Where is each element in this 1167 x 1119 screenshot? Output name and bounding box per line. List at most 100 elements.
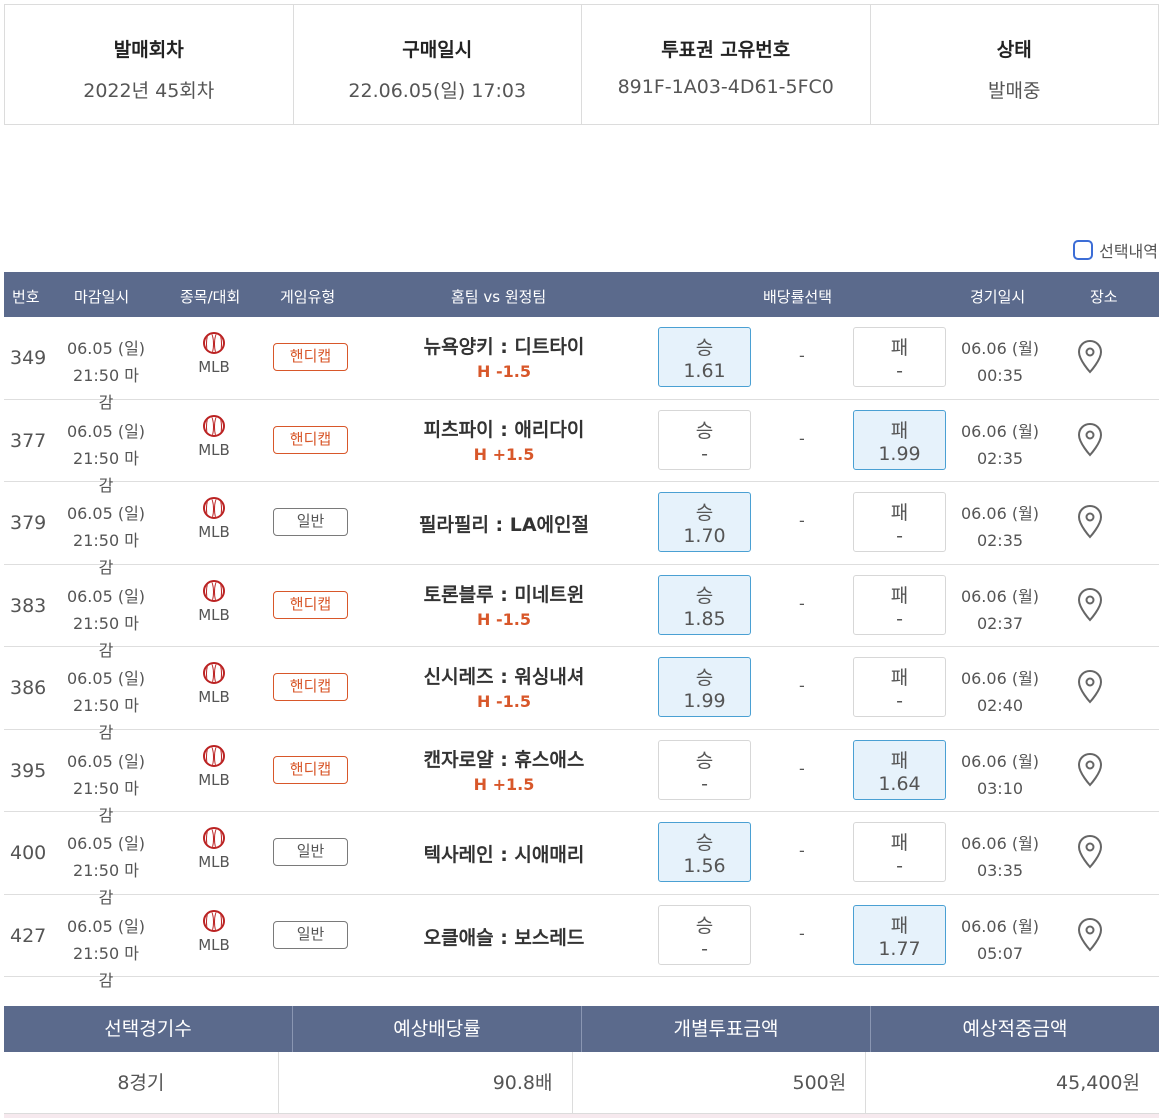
deadline-date: 06.05 (일) (66, 669, 146, 688)
summary-bet-value: 500원 (573, 1052, 867, 1113)
win-odds: 1.70 (683, 525, 726, 547)
draw-odds: - (799, 593, 805, 613)
summary-table: 선택경기수 예상배당률 개별투표금액 예상적중금액 8경기 90.8배 500원… (4, 1006, 1159, 1118)
location-pin-icon[interactable] (1077, 752, 1103, 792)
teams-cell: 필라필리 : LA에인절 (384, 510, 624, 537)
summary-odds-value: 90.8배 (279, 1052, 573, 1113)
league-label: MLB (198, 688, 230, 706)
table-row: 427 06.05 (일) 21:50 마감 MLB 일반 오클애슬 : 보스레드 승 - - 패… (4, 895, 1159, 990)
ticket-value: 891F-1A03-4D61-5FC0 (617, 76, 834, 98)
lose-label: 패 (890, 337, 909, 359)
lose-label: 패 (890, 584, 909, 607)
location-pin-icon[interactable] (1077, 834, 1103, 874)
win-odds: - (701, 772, 708, 795)
location-pin-icon[interactable] (1077, 917, 1103, 957)
draw-odds: - (799, 428, 805, 448)
table-row: 377 06.05 (일) 21:50 마감 MLB 핸디캡 피츠파이 : 애리다이 H +… (4, 400, 1159, 495)
summary-odds-label: 예상배당률 (293, 1006, 582, 1052)
selection-checkbox[interactable] (1073, 240, 1094, 260)
game-date: 06.06 (월) 02:40 (959, 665, 1041, 719)
game-type-badge: 핸디캡 (273, 343, 348, 371)
info-round: 발매회차 2022년 45회차 (5, 5, 294, 124)
sport-cell: MLB (194, 744, 234, 789)
sport-cell: MLB (194, 497, 234, 541)
ticket-label: 투표권 고유번호 (661, 39, 791, 61)
win-odds-button[interactable]: 승 1.99 (658, 657, 751, 717)
teams-cell: 텍사레인 : 시애매리 (384, 840, 624, 867)
win-odds-button[interactable]: 승 1.85 (658, 574, 751, 635)
teams-cell: 캔자로얄 : 휴스애스 H +1.5 (384, 745, 624, 794)
deadline-time: 21:50 마감 (73, 943, 139, 990)
header-odds: 배당률선택 (763, 288, 833, 306)
purchase-value: 22.06.05(일) 17:03 (348, 80, 527, 102)
teams-cell: 뉴욕양키 : 디트타이 H -1.5 (384, 332, 624, 381)
baseball-icon (203, 909, 225, 932)
league-label: MLB (198, 523, 230, 541)
handicap-value: H -1.5 (477, 609, 531, 629)
location-pin-icon[interactable] (1077, 339, 1103, 379)
match-teams: 오클애슬 : 보스레드 (423, 926, 585, 949)
game-number: 379 (10, 512, 47, 534)
games-table: 번호 마감일시 종목/대회 게임유형 홈팀 vs 원정팀 배당률선택 경기일시 … (4, 272, 1159, 990)
win-odds-button[interactable]: 승- (658, 739, 751, 800)
sport-cell: MLB (194, 909, 234, 954)
win-odds-button[interactable]: 승 1.56 (658, 822, 751, 882)
match-teams: 신시레즈 : 워싱내셔 (423, 666, 585, 688)
game-time: 02:37 (976, 613, 1024, 633)
game-date: 06.06 (월) 02:35 (959, 418, 1041, 472)
game-number: 400 (10, 842, 47, 864)
lose-odds-button[interactable]: 패 1.64 (853, 739, 946, 800)
baseball-icon (203, 414, 225, 437)
header-venue: 장소 (1090, 288, 1118, 306)
win-odds: 1.99 (683, 690, 726, 712)
draw-odds: - (799, 923, 805, 943)
header-sport: 종목/대회 (180, 288, 241, 306)
win-label: 승 (695, 419, 714, 442)
deadline-date: 06.05 (일) (66, 339, 146, 358)
lose-odds-button[interactable]: 패- (853, 657, 946, 717)
game-time: 02:35 (976, 448, 1024, 468)
lose-label: 패 (890, 914, 909, 937)
lose-odds: - (896, 690, 903, 712)
game-day: 06.06 (월) (960, 751, 1040, 771)
game-date: 06.06 (월) 03:35 (959, 830, 1041, 884)
deadline: 06.05 (일) 21:50 마감 (66, 913, 146, 994)
win-odds-button[interactable]: 승 1.70 (658, 492, 751, 552)
lose-odds-button[interactable]: 패- (853, 822, 946, 882)
lose-odds-button[interactable]: 패- (853, 574, 946, 635)
teams-cell: 토론블루 : 미네트윈 H -1.5 (384, 580, 624, 629)
info-ticket: 투표권 고유번호 891F-1A03-4D61-5FC0 (582, 5, 871, 124)
table-row: 349 06.05 (일) 21:50 마감 MLB 핸디캡 뉴욕양키 : 디트타이 H -… (4, 317, 1159, 412)
selection-toggle[interactable]: 선택내역 (1073, 238, 1158, 262)
teams-cell: 신시레즈 : 워싱내셔 H -1.5 (384, 662, 624, 711)
lose-odds-button[interactable]: 패- (853, 492, 946, 552)
win-odds: 1.85 (683, 607, 726, 630)
win-odds-button[interactable]: 승- (658, 409, 751, 470)
location-pin-icon[interactable] (1077, 504, 1103, 544)
location-pin-icon[interactable] (1077, 587, 1103, 627)
win-label: 승 (695, 749, 714, 772)
game-time: 03:10 (976, 778, 1024, 798)
win-odds-button[interactable]: 승- (658, 904, 751, 965)
win-odds: 1.61 (683, 360, 726, 382)
handicap-value: H -1.5 (477, 692, 531, 711)
lose-odds: - (896, 855, 903, 877)
table-row: 395 06.05 (일) 21:50 마감 MLB 핸디캡 캔자로얄 : 휴스애스 H +… (4, 730, 1159, 825)
lose-odds-button[interactable]: 패- (853, 327, 946, 387)
game-type-badge: 일반 (273, 838, 348, 866)
game-date: 06.06 (월) 03:10 (959, 748, 1041, 802)
lose-odds-button[interactable]: 패 1.77 (853, 904, 946, 965)
summary-count-value: 8경기 (4, 1052, 279, 1113)
win-label: 승 (695, 832, 714, 854)
league-label: MLB (198, 605, 230, 624)
game-number: 427 (10, 924, 47, 947)
win-label: 승 (695, 584, 714, 607)
location-pin-icon[interactable] (1077, 422, 1103, 462)
lose-label: 패 (890, 749, 909, 772)
lose-odds-button[interactable]: 패 1.99 (853, 409, 946, 470)
win-odds-button[interactable]: 승 1.61 (658, 327, 751, 387)
lose-label: 패 (890, 419, 909, 442)
sport-cell: MLB (194, 827, 234, 871)
location-pin-icon[interactable] (1077, 669, 1103, 709)
lose-odds: 1.99 (878, 442, 921, 465)
